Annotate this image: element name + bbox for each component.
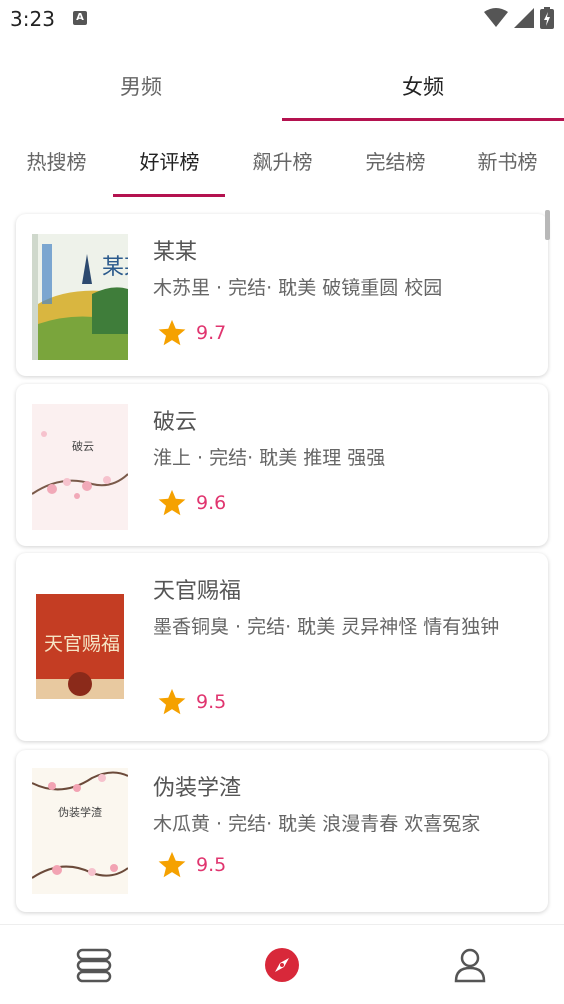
nav-discover[interactable] <box>258 941 306 989</box>
book-rating: 9.5 <box>156 850 226 880</box>
book-meta: 墨香铜臭 · 完结· 耽美 灵异神怪 情有独钟 <box>153 616 500 638</box>
cover-title: 某某 <box>102 255 128 280</box>
scrollbar[interactable] <box>545 210 550 240</box>
book-rating: 9.7 <box>156 318 226 348</box>
profile-icon <box>454 948 486 983</box>
tab-hot-search[interactable]: 热搜榜 <box>0 134 113 186</box>
book-cover: 天官赐福 <box>32 584 128 710</box>
tab-completed[interactable]: 完结榜 <box>339 134 452 186</box>
book-cover: 伪装学渣 <box>32 768 128 894</box>
signal-icon <box>514 8 534 28</box>
book-card[interactable]: 破云 破云 淮上 · 完结· 耽美 推理 强强 9.6 <box>16 384 548 546</box>
book-rating: 9.6 <box>156 488 226 518</box>
cover-title: 天官赐福 <box>44 633 120 655</box>
book-title: 某某 <box>153 240 198 265</box>
tab-top-rated[interactable]: 好评榜 <box>113 134 226 186</box>
tab-female[interactable]: 女频 <box>282 56 564 116</box>
tab-indicator <box>282 118 564 121</box>
rating-value: 9.5 <box>196 854 227 876</box>
bookshelf-icon <box>76 948 112 983</box>
book-meta: 木苏里 · 完结· 耽美 破镜重圆 校园 <box>153 277 443 299</box>
book-meta: 淮上 · 完结· 耽美 推理 强强 <box>153 447 386 469</box>
book-cover: 破云 <box>32 404 128 530</box>
bottom-nav <box>0 924 564 1004</box>
tab-male[interactable]: 男频 <box>0 56 282 116</box>
book-rating: 9.5 <box>156 687 226 717</box>
status-bar: 3:23 A <box>0 0 564 38</box>
book-cover: 某某 <box>32 234 128 360</box>
book-card[interactable]: 某某 某某 木苏里 · 完结· 耽美 破镜重圆 校园 9.7 <box>16 214 548 376</box>
status-time: 3:23 <box>10 7 55 31</box>
rating-value: 9.6 <box>196 492 227 514</box>
star-icon <box>158 489 186 516</box>
book-card[interactable]: 伪装学渣 伪装学渣 木瓜黄 · 完结· 耽美 浪漫青春 欢喜冤家 9.5 <box>16 750 548 912</box>
star-icon <box>158 319 186 346</box>
tab-rising[interactable]: 飙升榜 <box>226 134 339 186</box>
nav-bookshelf[interactable] <box>70 941 118 989</box>
book-list[interactable]: 某某 某某 木苏里 · 完结· 耽美 破镜重圆 校园 9.7 破云 破云 淮上 … <box>0 210 564 922</box>
ranking-tabs: 热搜榜 好评榜 飙升榜 完结榜 新书榜 <box>0 134 564 198</box>
book-meta: 木瓜黄 · 完结· 耽美 浪漫青春 欢喜冤家 <box>153 813 481 835</box>
book-title: 伪装学渣 <box>153 776 242 801</box>
book-title: 天官赐福 <box>153 579 242 604</box>
star-icon <box>158 851 186 878</box>
cover-title: 伪装学渣 <box>58 805 102 819</box>
book-card[interactable]: 天官赐福 天官赐福 墨香铜臭 · 完结· 耽美 灵异神怪 情有独钟 9.5 <box>16 553 548 741</box>
star-icon <box>158 688 186 715</box>
book-title: 破云 <box>153 410 198 435</box>
notification-icon: A <box>73 11 87 25</box>
battery-icon <box>540 7 554 29</box>
wifi-icon <box>484 8 508 27</box>
channel-tabs: 男频 女频 <box>0 56 564 122</box>
rating-value: 9.5 <box>196 691 227 713</box>
compass-icon <box>265 948 299 982</box>
status-icons <box>484 7 554 29</box>
rating-value: 9.7 <box>196 322 227 344</box>
cover-title: 破云 <box>72 439 94 453</box>
tab-new-books[interactable]: 新书榜 <box>451 134 564 186</box>
ranking-tab-indicator <box>113 194 225 197</box>
nav-profile[interactable] <box>446 941 494 989</box>
